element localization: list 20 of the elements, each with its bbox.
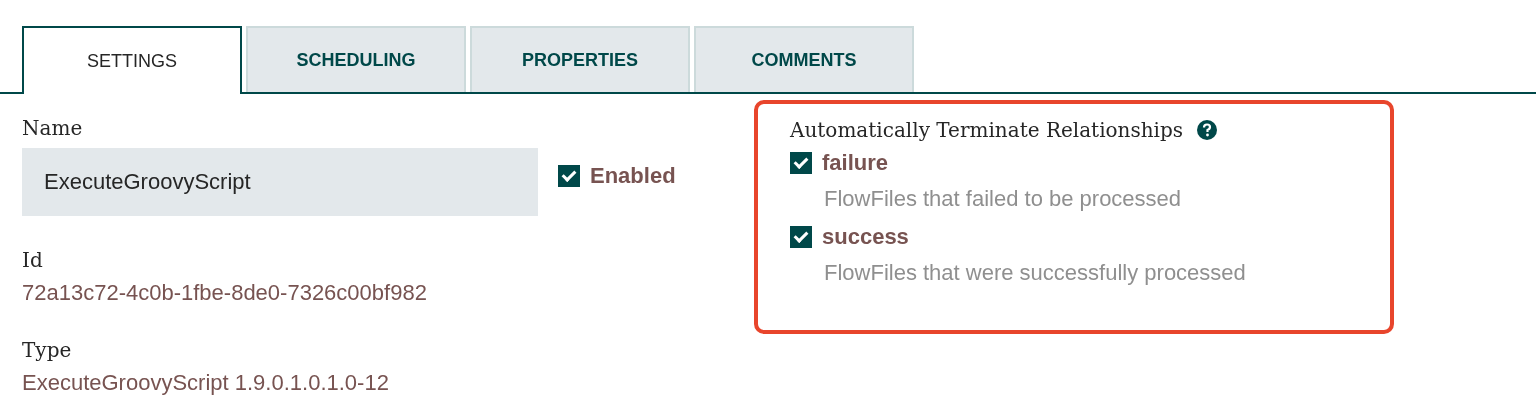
checkbox[interactable]: [558, 165, 580, 187]
field-label: Type: [22, 338, 73, 362]
field-value: 72a13c72-4c0b-1fbe-8de0-7326c00bf982: [22, 280, 428, 306]
tab[interactable]: COMMENTS: [694, 26, 914, 92]
relationship-name: failure: [822, 150, 889, 176]
checkbox-label: Enabled: [590, 163, 676, 189]
tab[interactable]: SETTINGS: [22, 26, 242, 94]
name-input-field[interactable]: ExecuteGroovyScript: [22, 148, 538, 216]
section-title: Automatically Terminate Relationships: [790, 118, 1184, 142]
relationship-name: success: [822, 224, 909, 250]
relationship-description: FlowFiles that failed to be processed: [824, 186, 1183, 212]
help-icon[interactable]: [1197, 120, 1218, 140]
checkbox[interactable]: [790, 152, 812, 174]
field-label: Id: [22, 248, 44, 272]
field-label: Name: [22, 116, 84, 140]
tab[interactable]: PROPERTIES: [470, 26, 690, 92]
checkbox[interactable]: [790, 226, 812, 248]
field-value: ExecuteGroovyScript 1.9.0.1.0.1.0-12: [22, 370, 390, 396]
tab[interactable]: SCHEDULING: [246, 26, 466, 92]
relationship-description: FlowFiles that were successfully processed: [824, 260, 1247, 286]
